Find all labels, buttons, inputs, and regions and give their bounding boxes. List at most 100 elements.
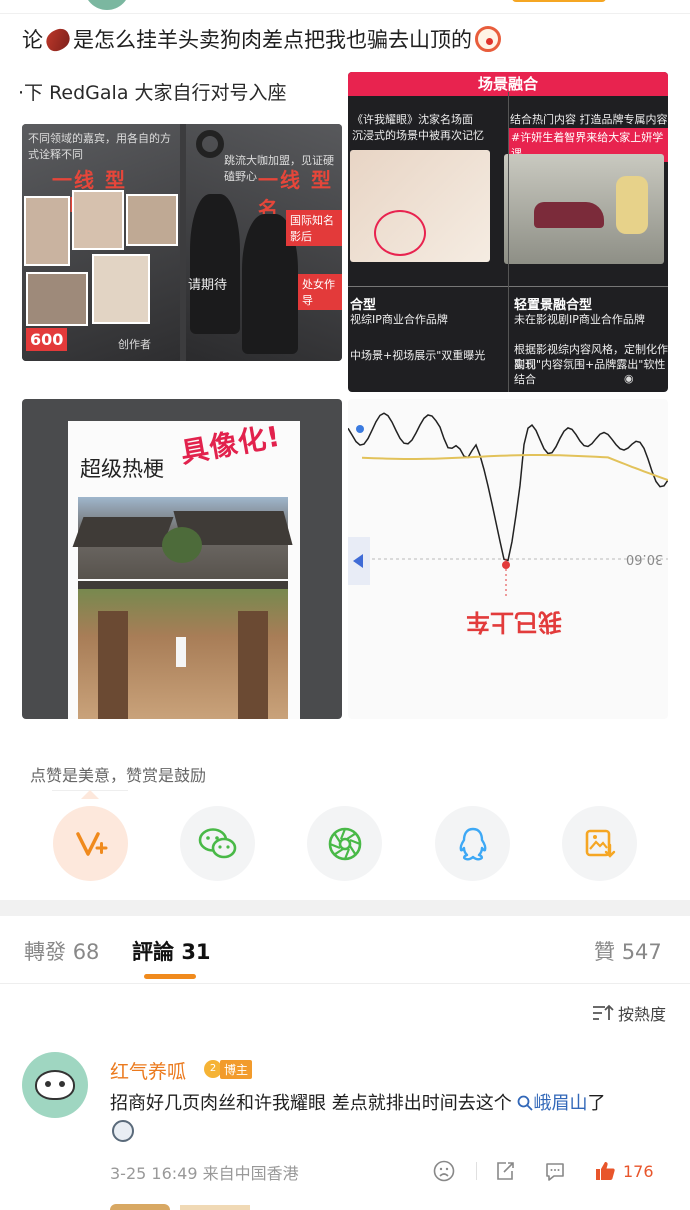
guest-photo [126,194,178,246]
guest-photo [92,254,150,324]
image-2-text: 沉浸式的场景中被再次记忆 [352,129,484,142]
thumbs-up-icon [596,1162,615,1180]
share-icon [497,1162,514,1180]
post-text-part2: 是怎么挂羊头卖狗肉差点把我也骗去山顶的 [73,28,472,52]
active-tab-indicator [144,974,196,979]
image-3-courtyard-photo [72,497,293,579]
chart-start-dot [356,425,364,433]
image-1-tag-debut: 处女作导 [298,274,342,310]
avatar-eye [59,1081,65,1087]
topic-link[interactable]: 峨眉山 [517,1093,587,1114]
image-1-mystery-text: 请期待 [188,278,228,293]
tab-repost[interactable]: 轉發 68 [24,936,99,966]
search-icon [518,1095,534,1111]
share-row [0,800,690,890]
sticker-emoji-icon [112,1120,134,1142]
chart-price-label: 30.60 [626,551,664,566]
image-1[interactable]: 不同领域的嘉宾，用各自的方式诠释不同 一线 型CELE 600 创作者 跳流大咖… [22,124,342,361]
moments-share-button[interactable] [307,806,382,881]
image-4[interactable]: 30.60 我已上车 [348,399,668,719]
ring-graphic [196,130,224,158]
comment-bubble-icon [546,1163,564,1181]
image-1-bottom-number: 600 [26,328,68,351]
post-text-line2: ·下 RedGala 大家自行对号入座 [18,82,287,104]
comment-text-before: 招商好几页肉丝和许我耀眼 差点就排出时间去这个 [110,1093,512,1114]
image-grid: ·下 RedGala 大家自行对号入座 不同领域的嘉宾，用各自的方式诠释不同 一… [18,72,668,720]
v-plus-icon [75,831,107,856]
reward-button[interactable] [53,806,128,881]
commenter-name[interactable]: 红气养呱 [110,1057,186,1084]
image-1-caption-left: 不同领域的嘉宾，用各自的方式诠释不同 [28,132,171,161]
tab-likes-label: 贊 [594,940,615,964]
comment-meta: 3-25 16:49 来自中国香港 [110,1160,299,1184]
image-3-red-text: 具像化! [178,419,284,470]
price-line [348,412,668,562]
tab-comments[interactable]: 評論 31 [132,936,211,966]
image-1-bottom-text: 创作者 [118,338,151,351]
comment-text: 招商好几页肉丝和许我耀眼 差点就排出时间去这个 峨眉山了 [110,1090,670,1118]
tab-repost-label: 轉發 [24,940,66,964]
tab-comments-label: 評論 [132,940,174,964]
image-3-corridor-photo [78,581,288,719]
action-separator [476,1162,477,1180]
qq-icon [459,827,486,860]
person-graphic [176,637,186,667]
sort-by-hot-button[interactable]: 按熱度 [592,1001,666,1025]
badge-text: 博主 [220,1059,253,1079]
tab-repost-count: 68 [72,940,100,964]
comment-tabs: 轉發 68 評論 31 贊 547 [0,916,690,984]
image-1-panel-left: 不同领域的嘉宾，用各自的方式诠释不同 一线 型CELE 600 创作者 [22,124,180,361]
blogger-badge: 2 博主 [204,1059,253,1079]
eave-graphic [78,581,288,589]
avatar-face [35,1070,75,1100]
image-2-heading-right: 轻置景融合型 [514,298,593,313]
image-2-text: 实现"内容氛围+品牌露出"软性结合 [514,358,666,386]
image-2-text: 未在影视剧IP商业合作品牌 [514,313,645,326]
sweet-potato-emoji-icon [42,25,74,55]
sort-icon [592,1004,614,1020]
moments-icon [328,827,361,860]
image-2-text: 《许我耀眼》沈家名场面 [352,113,473,126]
follow-button-peek[interactable] [512,0,606,2]
section-divider [0,900,690,916]
clown-emoji-icon [475,26,501,52]
guest-photo [24,196,70,266]
sort-label: 按熱度 [617,1005,666,1024]
wechat-share-button[interactable] [180,806,255,881]
qq-share-button[interactable] [435,806,510,881]
tab-comments-count: 31 [181,940,211,964]
image-3[interactable]: 超级热梗 具像化! [22,399,342,719]
next-comment-peek [110,1204,170,1210]
comment-location: 来自中国香港 [202,1164,299,1183]
chart-scroll-handle[interactable] [348,537,370,585]
commenter-avatar[interactable] [22,1052,88,1118]
image-2[interactable]: 场景融合 《许我耀眼》沈家名场面 沉浸式的场景中被再次记忆 结合热门内容 打造品… [348,72,668,392]
car-graphic [534,202,604,228]
sad-face-icon [433,1160,455,1182]
image-2-heading-left: 合型 [350,298,377,313]
reply-button[interactable] [543,1159,567,1183]
roof-graphic [72,517,174,547]
topic-link-text: 峨眉山 [533,1093,588,1114]
save-image-icon [585,829,615,858]
avatar-eye [45,1081,51,1087]
highlight-circle [374,210,426,256]
post-text: 论 是怎么挂羊头卖狗肉差点把我也骗去山顶的 [22,22,672,58]
tab-likes[interactable]: 贊 547 [594,936,662,966]
marker-dot [502,561,510,569]
save-image-button[interactable] [562,806,637,881]
next-comment-peek [180,1205,250,1210]
top-strip [0,0,690,14]
image-3-poster: 超级热梗 具像化! [68,419,300,719]
like-button[interactable] [593,1159,617,1183]
author-avatar-peek[interactable] [84,0,130,10]
door-graphic [98,611,128,719]
comment-actions: 176 [432,1157,654,1185]
dislike-button[interactable] [432,1159,456,1183]
wechat-icon [198,827,236,858]
image-3-title: 超级热梗 [80,457,164,481]
average-line [361,454,668,481]
repost-comment-button[interactable] [493,1159,517,1183]
post-text-part1: 论 [22,28,43,52]
weibo-watermark-icon: ◉ [624,372,634,385]
